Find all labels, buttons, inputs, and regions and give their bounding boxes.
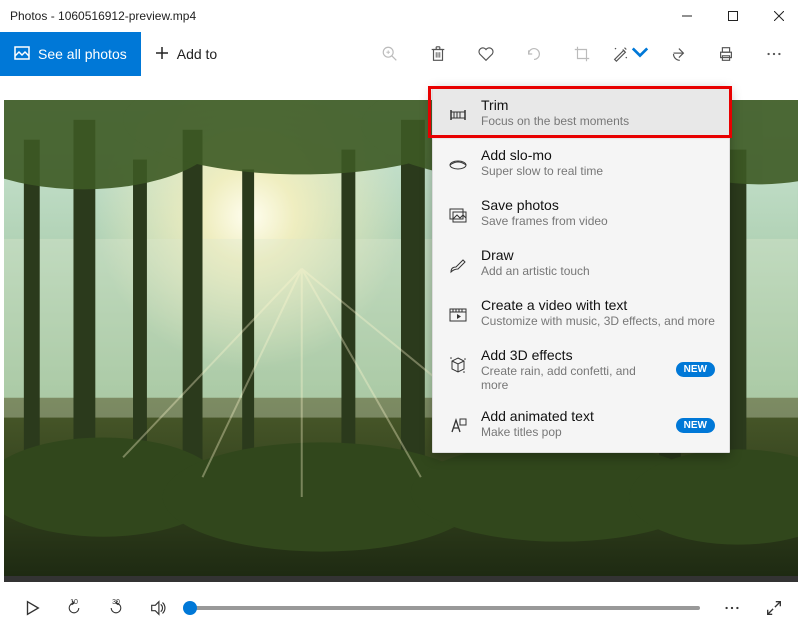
new-badge: NEW	[676, 418, 715, 433]
delete-icon[interactable]	[414, 32, 462, 76]
menu-item-title: Add animated text	[481, 408, 664, 424]
menu-item-save-photos[interactable]: Save photosSave frames from video	[433, 189, 729, 239]
menu-item-title: Add 3D effects	[481, 347, 664, 363]
zoom-icon	[366, 32, 414, 76]
menu-item-subtitle: Add an artistic touch	[481, 264, 715, 278]
skip-forward-button[interactable]: 30	[98, 588, 134, 628]
rotate-icon	[510, 32, 558, 76]
menu-item-create-video[interactable]: Create a video with textCustomize with m…	[433, 289, 729, 339]
fullscreen-button[interactable]	[756, 588, 792, 628]
more-icon[interactable]	[750, 32, 798, 76]
slomo-icon	[447, 149, 469, 181]
draw-icon	[447, 249, 469, 281]
menu-item-subtitle: Save frames from video	[481, 214, 715, 228]
edit-create-menu: TrimFocus on the best moments Add slo-mo…	[432, 86, 730, 453]
menu-item-title: Trim	[481, 97, 715, 113]
new-badge: NEW	[676, 362, 715, 377]
see-all-photos-button[interactable]: See all photos	[0, 32, 141, 76]
close-button[interactable]	[756, 0, 802, 32]
menu-item-subtitle: Create rain, add confetti, and more	[481, 364, 664, 392]
menu-item-slomo[interactable]: Add slo-moSuper slow to real time	[433, 139, 729, 189]
menu-item-3d-effects[interactable]: Add 3D effectsCreate rain, add confetti,…	[433, 339, 729, 400]
menu-item-subtitle: Make titles pop	[481, 425, 664, 439]
save-photos-icon	[447, 199, 469, 231]
add-to-label: Add to	[177, 46, 217, 62]
minimize-button[interactable]	[664, 0, 710, 32]
favorite-icon[interactable]	[462, 32, 510, 76]
toolbar-icon-group	[366, 32, 802, 76]
print-icon[interactable]	[702, 32, 750, 76]
seek-bar[interactable]	[190, 606, 700, 610]
menu-item-subtitle: Super slow to real time	[481, 164, 715, 178]
menu-item-trim[interactable]: TrimFocus on the best moments	[433, 89, 729, 139]
animated-text-icon	[447, 410, 469, 442]
menu-item-draw[interactable]: DrawAdd an artistic touch	[433, 239, 729, 289]
play-button[interactable]	[14, 588, 50, 628]
playbar-more-button[interactable]	[714, 588, 750, 628]
chevron-down-icon	[631, 43, 649, 66]
share-icon[interactable]	[654, 32, 702, 76]
video-text-icon	[447, 299, 469, 331]
menu-item-title: Create a video with text	[481, 297, 715, 313]
effects-3d-icon	[447, 349, 469, 381]
photos-icon	[14, 45, 30, 64]
seek-thumb[interactable]	[183, 601, 197, 615]
menu-item-title: Save photos	[481, 197, 715, 213]
crop-icon	[558, 32, 606, 76]
skip-back-button[interactable]: 10	[56, 588, 92, 628]
maximize-button[interactable]	[710, 0, 756, 32]
volume-button[interactable]	[140, 588, 176, 628]
see-all-photos-label: See all photos	[38, 46, 127, 62]
trim-icon	[447, 99, 469, 131]
plus-icon	[155, 46, 169, 63]
titlebar: Photos - 1060516912-preview.mp4	[0, 0, 802, 32]
edit-create-button[interactable]	[606, 32, 654, 76]
add-to-button[interactable]: Add to	[141, 32, 231, 76]
menu-item-subtitle: Customize with music, 3D effects, and mo…	[481, 314, 715, 328]
window-title: Photos - 1060516912-preview.mp4	[10, 9, 664, 23]
menu-item-title: Draw	[481, 247, 715, 263]
menu-item-title: Add slo-mo	[481, 147, 715, 163]
skip-back-label: 10	[56, 599, 92, 606]
menu-item-animated-text[interactable]: Add animated textMake titles pop NEW	[433, 400, 729, 450]
skip-fwd-label: 30	[98, 599, 134, 606]
playback-bar: 10 30	[0, 582, 802, 634]
menu-item-subtitle: Focus on the best moments	[481, 114, 715, 128]
main-toolbar: See all photos Add to	[0, 32, 802, 76]
